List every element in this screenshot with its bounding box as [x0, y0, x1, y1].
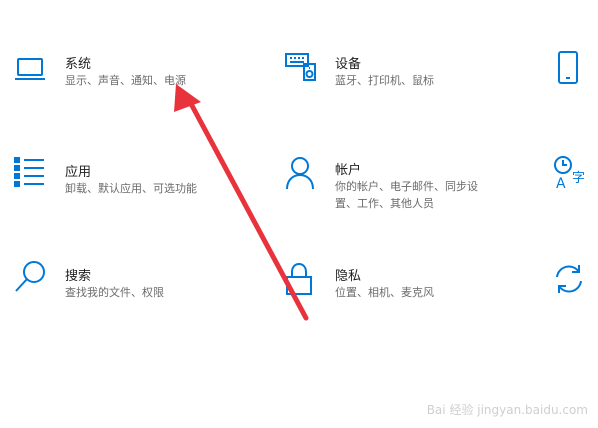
tile-accounts-desc-line2: 置、工作、其他人员	[335, 197, 434, 210]
search-icon	[14, 260, 48, 294]
tile-system-title: 系统	[65, 57, 92, 72]
tile-privacy-desc: 位置、相机、麦克风	[335, 286, 434, 299]
laptop-icon	[14, 56, 46, 82]
sync-icon	[552, 262, 586, 296]
tile-devices-title: 设备	[335, 57, 362, 72]
tile-system-desc: 显示、声音、通知、电源	[65, 74, 186, 87]
tile-search-desc: 查找我的文件、权限	[65, 286, 164, 299]
list-icon	[14, 156, 46, 188]
tile-apps[interactable]: 应用 卸载、默认应用、可选功能	[14, 156, 234, 200]
tile-update[interactable]	[552, 262, 586, 296]
tile-apps-title: 应用	[65, 165, 92, 180]
person-icon	[284, 156, 316, 190]
tile-devices[interactable]: 设备 蓝牙、打印机、鼠标	[284, 52, 504, 96]
tile-accounts-desc-line1: 你的帐户、电子邮件、同步设	[335, 180, 478, 193]
tile-search-title: 搜索	[65, 269, 92, 284]
lock-icon	[284, 262, 314, 296]
tile-apps-desc: 卸载、默认应用、可选功能	[65, 182, 197, 195]
tile-accounts-title: 帐户	[335, 163, 362, 178]
keyboard-speaker-icon	[284, 52, 318, 82]
time-language-icon: A 字	[552, 155, 592, 191]
tile-time-language[interactable]: A 字	[552, 155, 592, 191]
phone-icon	[556, 50, 582, 86]
tile-devices-desc: 蓝牙、打印机、鼠标	[335, 74, 434, 87]
watermark: Bai 经验 jingyan.baidu.com	[426, 403, 588, 417]
svg-text:A: A	[556, 176, 566, 191]
tile-privacy[interactable]: 隐私 位置、相机、麦克风	[284, 260, 504, 304]
tile-privacy-title: 隐私	[335, 269, 362, 284]
tile-accounts[interactable]: 帐户 你的帐户、电子邮件、同步设 置、工作、其他人员	[284, 156, 524, 212]
tile-phone[interactable]	[556, 50, 586, 86]
tile-system[interactable]: 系统 显示、声音、通知、电源	[14, 52, 214, 96]
svg-text:字: 字	[572, 171, 585, 186]
tile-search[interactable]: 搜索 查找我的文件、权限	[14, 260, 234, 304]
